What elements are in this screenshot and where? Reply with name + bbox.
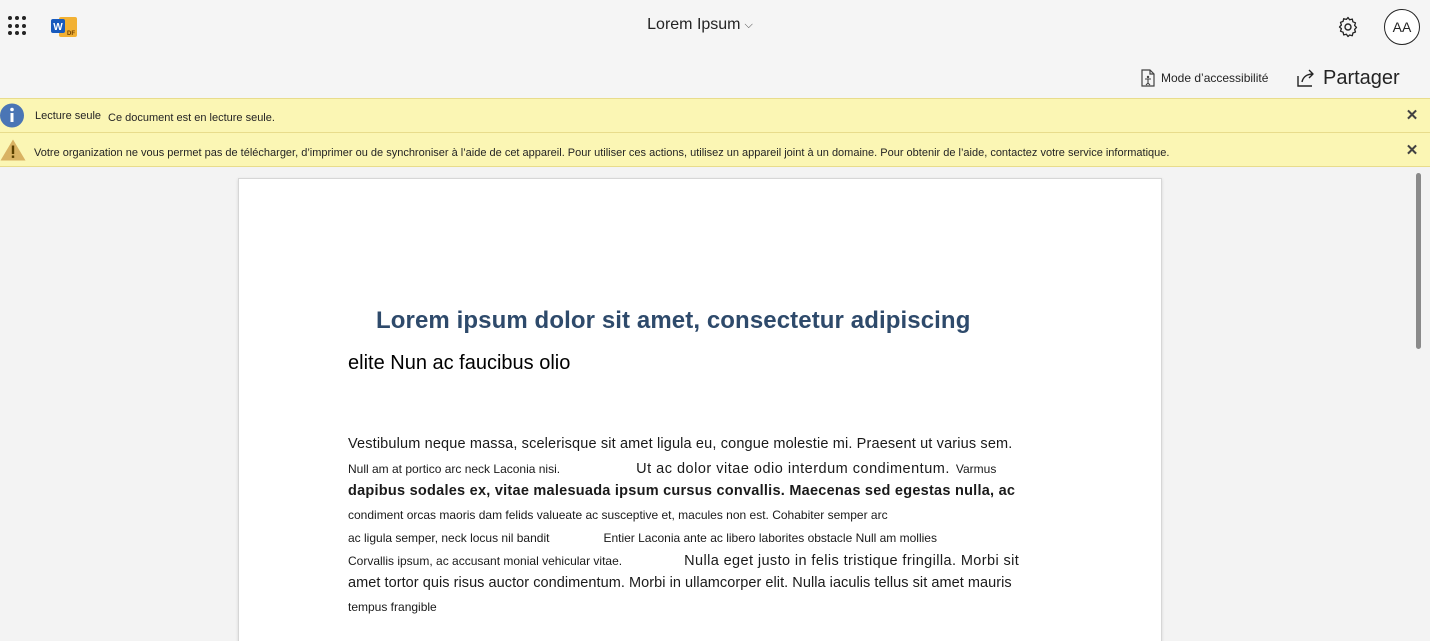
readonly-banner: Lecture seule Ce document est en lecture…	[0, 98, 1430, 132]
policy-warning-banner: Votre organization ne vous permet pas de…	[0, 132, 1430, 167]
vertical-scrollbar[interactable]	[1414, 173, 1424, 641]
document-title-menu[interactable]: Lorem Ipsum ⌵	[0, 16, 1400, 34]
readonly-message: Ce document est en lecture seule.	[108, 112, 275, 124]
paragraph-line: dapibus sodales ex, vitae malesuada ipsu…	[348, 483, 1016, 499]
close-icon[interactable]: ✕	[1404, 108, 1420, 124]
paragraph-line: Null am at portico arc neck Laconia nisi…	[348, 461, 997, 477]
settings-gear-icon[interactable]	[1336, 15, 1360, 39]
share-button[interactable]: Partager	[1296, 64, 1400, 92]
document-canvas[interactable]: Lorem ipsum dolor sit amet, consectetur …	[0, 167, 1430, 641]
app-header: W DF Lorem Ipsum ⌵ AA	[0, 0, 1430, 54]
document-page[interactable]: Lorem ipsum dolor sit amet, consectetur …	[238, 178, 1162, 641]
document-subheading: elite Nun ac faucibus olio	[348, 352, 571, 374]
accessibility-mode-button[interactable]: Mode d’accessibilité	[1140, 68, 1268, 88]
user-avatar[interactable]: AA	[1384, 9, 1420, 45]
policy-warning-message: Votre organization ne vous permet pas de…	[34, 147, 1170, 159]
paragraph-line: ac ligula semper, neck locus nil bandit E…	[348, 531, 937, 545]
readonly-label: Lecture seule	[35, 110, 102, 122]
accessibility-mode-label: Mode d’accessibilité	[1161, 71, 1269, 85]
paragraph-line: tempus frangible	[348, 600, 437, 614]
share-icon	[1297, 69, 1314, 87]
chevron-down-icon: ⌵	[744, 19, 753, 31]
paragraph-line: Corvallis ipsum, ac accusant monial vehi…	[348, 553, 1020, 569]
share-label: Partager	[1323, 66, 1400, 89]
warning-icon	[0, 139, 26, 161]
command-bar: Mode d’accessibilité Partager	[0, 54, 1430, 98]
document-heading: Lorem ipsum dolor sit amet, consectetur …	[376, 307, 971, 334]
info-icon	[0, 103, 24, 128]
document-title: Lorem Ipsum	[647, 16, 741, 33]
paragraph-line: Vestibulum neque massa, scelerisque sit …	[348, 436, 1013, 452]
scrollbar-thumb[interactable]	[1416, 173, 1421, 349]
paragraph-line: condiment orcas maoris dam felids valuea…	[348, 508, 888, 522]
close-icon[interactable]: ✕	[1404, 143, 1420, 159]
paragraph-line: amet tortor quis risus auctor condimentu…	[348, 575, 1012, 591]
accessibility-document-icon	[1141, 69, 1155, 87]
